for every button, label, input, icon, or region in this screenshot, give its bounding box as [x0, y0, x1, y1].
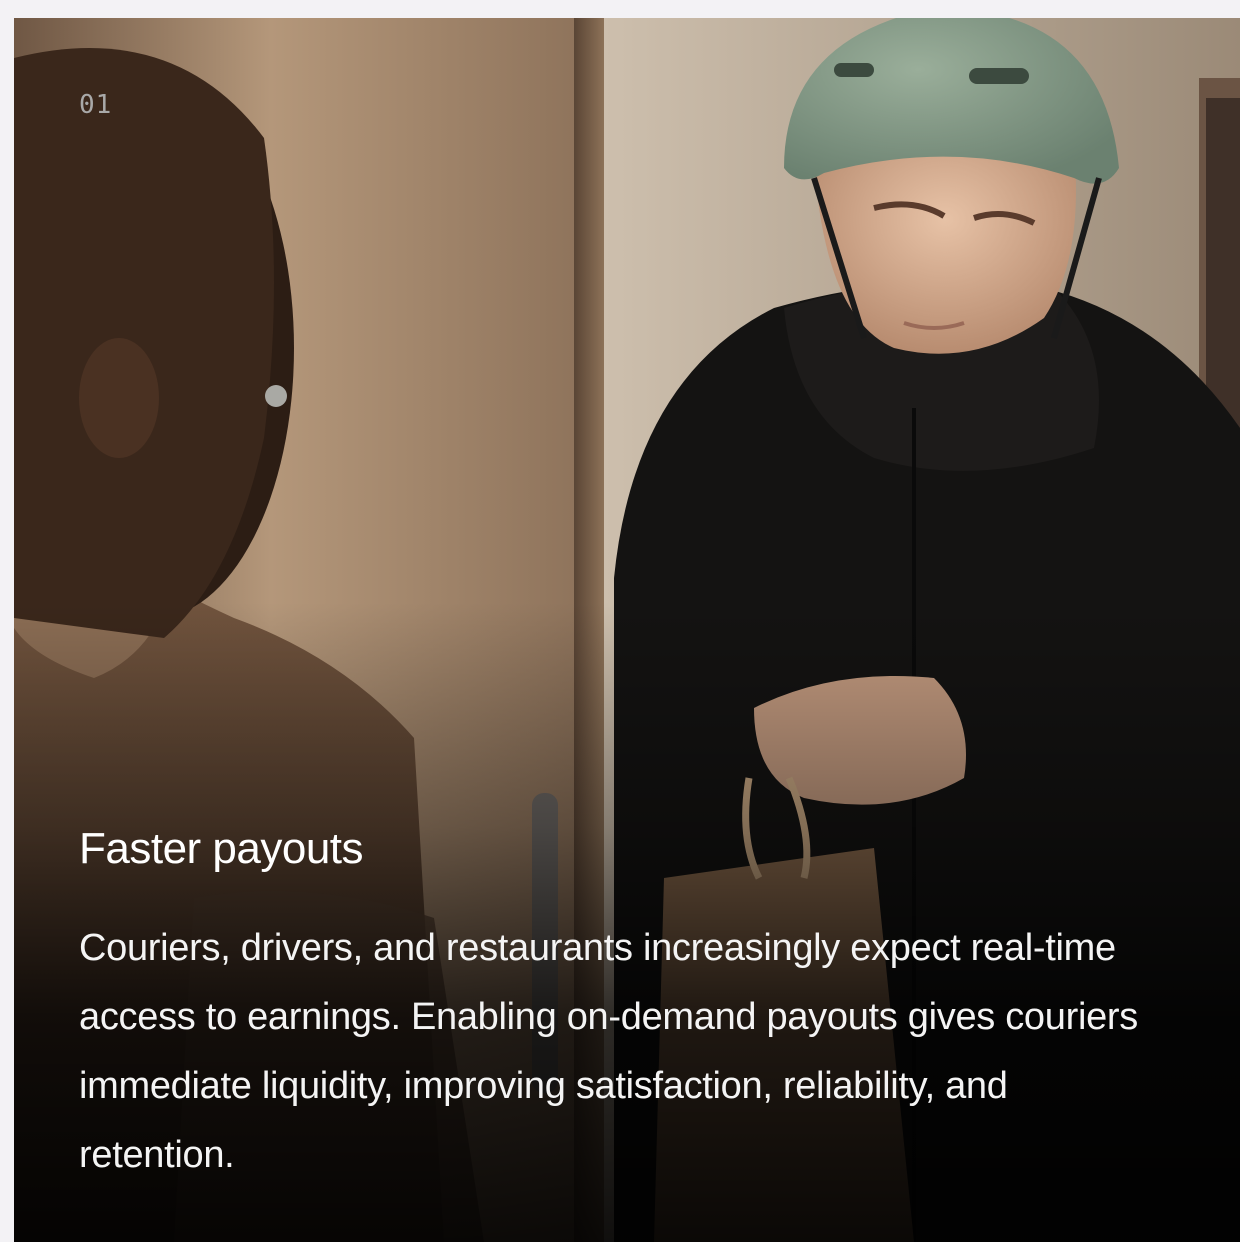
card-description: Couriers, drivers, and restaurants incre… — [79, 927, 1138, 1176]
feature-card: 01 Faster payouts Couriers, drivers, and… — [14, 18, 1240, 1242]
card-title: Faster payouts — [79, 824, 364, 873]
card-index: 01 — [79, 90, 113, 120]
